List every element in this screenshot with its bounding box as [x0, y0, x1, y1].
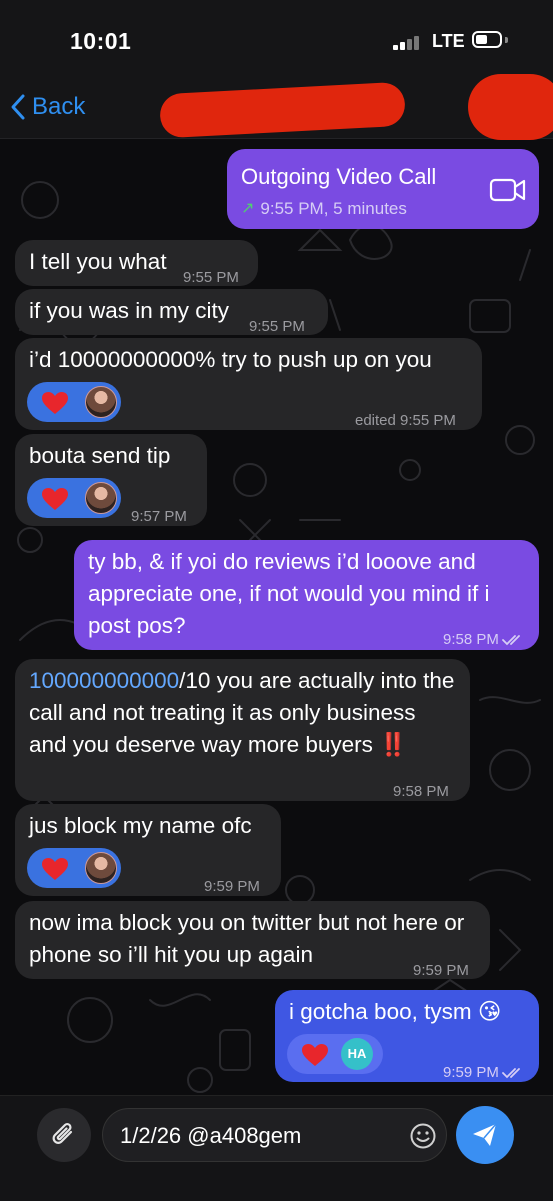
chat-header: Back: [0, 74, 553, 140]
incoming-message[interactable]: now ima block you on twitter but not her…: [15, 901, 490, 979]
reactor-avatar: [85, 852, 117, 884]
outgoing-message[interactable]: ty bb, & if yoi do reviews i’d looove an…: [74, 540, 539, 650]
call-details: 9:55 PM, 5 minutes: [260, 199, 407, 218]
call-subtitle: ↗ 9:55 PM, 5 minutes: [241, 193, 407, 225]
message-time: 9:59 PM: [413, 962, 469, 979]
heart-icon: [42, 392, 68, 414]
outgoing-message[interactable]: i gotcha boo, tysm 😘 HA 9:59 PM: [275, 990, 539, 1082]
incoming-message[interactable]: 100000000000/10 you are actually into th…: [15, 659, 470, 801]
message-meta: 9:58 PM: [443, 624, 524, 656]
redacted-contact-avatar: [468, 74, 553, 140]
battery-tip: [505, 37, 508, 43]
status-bar: 10:01 LTE: [0, 0, 553, 80]
reactor-avatar: [85, 482, 117, 514]
back-button[interactable]: Back: [10, 93, 85, 121]
incoming-message[interactable]: bouta send tip 9:57 PM: [15, 434, 207, 526]
message-meta: 9:59 PM: [443, 1057, 524, 1089]
attach-button[interactable]: [37, 1108, 91, 1162]
send-button[interactable]: [456, 1106, 514, 1164]
reactor-avatar: [85, 386, 117, 418]
highlighted-number-link[interactable]: 100000000000: [29, 668, 179, 693]
message-text: jus block my name ofc: [29, 813, 252, 838]
battery-icon: [472, 31, 502, 48]
message-time: 9:58 PM: [393, 783, 449, 800]
message-text: I tell you what: [29, 249, 167, 274]
paperclip-icon: [52, 1122, 73, 1144]
message-time: 9:59 PM: [204, 878, 260, 895]
message-text: bouta send tip: [29, 443, 171, 468]
message-composer: 1/2/26 @a408gem: [0, 1095, 553, 1201]
message-input-text: 1/2/26 @a408gem: [120, 1123, 302, 1148]
back-label: Back: [32, 93, 86, 120]
message-text: i’d 10000000000% try to push up on you: [29, 347, 432, 372]
network-label: LTE: [432, 31, 465, 51]
chevron-left-icon: [11, 94, 25, 120]
message-time: 9:57 PM: [131, 508, 187, 525]
emoji-icon[interactable]: [409, 1122, 437, 1150]
send-paper-plane-icon: [473, 1123, 497, 1146]
message-input[interactable]: 1/2/26 @a408gem: [102, 1108, 447, 1162]
message-time: 9:59 PM: [443, 1064, 499, 1081]
message-time: edited 9:55 PM: [355, 412, 456, 429]
call-message-bubble[interactable]: Outgoing Video Call ↗ 9:55 PM, 5 minutes: [227, 149, 539, 229]
reaction-badge[interactable]: HA: [287, 1034, 383, 1074]
incoming-message[interactable]: jus block my name ofc 9:59 PM: [15, 804, 281, 896]
outgoing-arrow-icon: ↗: [241, 200, 255, 217]
message-text: i gotcha boo, tysm 😘: [289, 999, 502, 1024]
reactor-initials-avatar: HA: [341, 1038, 373, 1070]
reaction-badge[interactable]: [27, 478, 121, 518]
message-time: 9:58 PM: [443, 631, 499, 648]
message-text: 100000000000/10 you are actually into th…: [29, 665, 459, 761]
double-exclamation-emoji: ‼️: [379, 732, 407, 757]
redacted-contact-name: [159, 81, 406, 139]
heart-icon: [42, 488, 68, 510]
reaction-badge[interactable]: [27, 382, 121, 422]
double-check-icon: [501, 635, 520, 646]
video-camera-icon[interactable]: [489, 177, 527, 203]
status-time: 10:01: [70, 28, 132, 54]
heart-icon: [42, 858, 68, 880]
heart-icon: [302, 1044, 328, 1066]
message-text: if you was in my city: [29, 298, 230, 323]
cellular-signal-icon: [393, 34, 423, 50]
incoming-message[interactable]: if you was in my city 9:55 PM: [15, 289, 328, 335]
incoming-message[interactable]: i’d 10000000000% try to push up on you e…: [15, 338, 482, 430]
double-check-icon: [501, 1068, 520, 1079]
call-title: Outgoing Video Call: [241, 164, 437, 189]
reaction-badge[interactable]: [27, 848, 121, 888]
incoming-message[interactable]: I tell you what 9:55 PM: [15, 240, 258, 286]
